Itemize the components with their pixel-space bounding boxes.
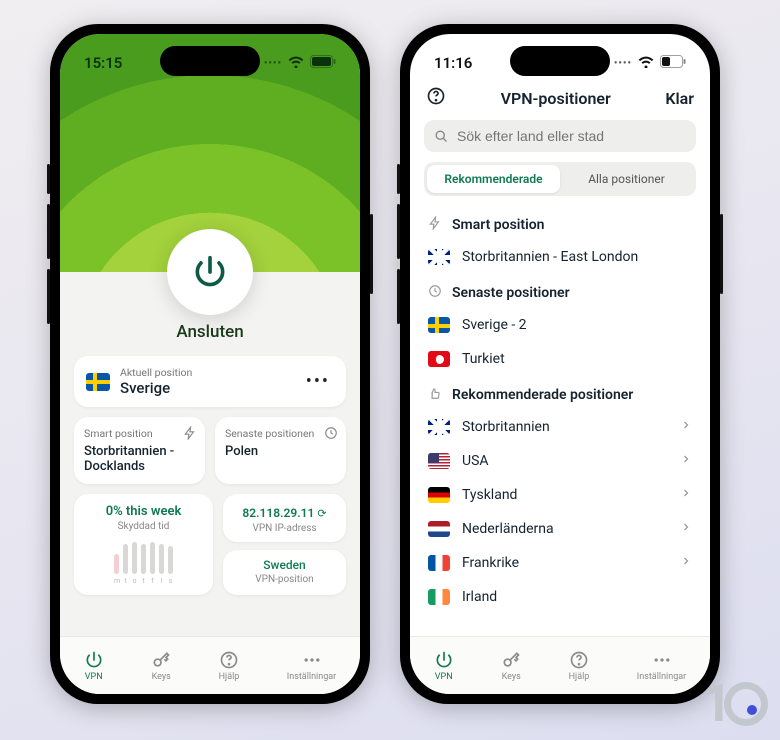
battery-icon xyxy=(310,54,336,72)
lightning-icon xyxy=(183,425,197,444)
location-row[interactable]: Irland xyxy=(410,580,710,614)
vpn-ip-card[interactable]: 82.118.29.11⟳ VPN IP-adress xyxy=(223,494,346,542)
page-title: VPN-positioner xyxy=(446,89,665,108)
tab-settings[interactable]: Inställningar xyxy=(637,650,686,682)
tab-help[interactable]: Hjälp xyxy=(219,650,240,682)
flag-us-icon xyxy=(428,453,450,469)
segment-all[interactable]: Alla positioner xyxy=(560,165,693,193)
tab-bar: VPN Keys Hjälp Inställningar xyxy=(60,636,360,694)
flag-se-icon xyxy=(428,317,450,333)
flag-uk-icon xyxy=(428,249,450,265)
tab-vpn[interactable]: VPN xyxy=(84,650,104,682)
search-icon xyxy=(434,129,449,144)
dynamic-island xyxy=(510,46,610,76)
status-time: 15:15 xyxy=(84,54,122,72)
wifi-icon xyxy=(638,54,654,72)
location-row[interactable]: Sverige - 2 xyxy=(410,308,710,342)
location-row[interactable]: Tyskland xyxy=(410,478,710,512)
wifi-icon xyxy=(288,54,304,72)
vpn-position-card[interactable]: Sweden VPN-position xyxy=(223,550,346,595)
flag-uk-icon xyxy=(428,419,450,435)
help-icon[interactable] xyxy=(426,86,446,110)
location-row[interactable]: Nederländerna xyxy=(410,512,710,546)
chevron-right-icon xyxy=(680,453,692,469)
done-button[interactable]: Klar xyxy=(665,89,694,108)
section-header-smart: Smart position xyxy=(410,206,710,240)
section-header-recommended: Rekommenderade positioner xyxy=(410,376,710,410)
connect-power-button[interactable] xyxy=(167,229,253,315)
phone-right: 11:16 •••• VPN-positioner Klar Rekommend… xyxy=(400,24,720,704)
tab-keys[interactable]: Keys xyxy=(501,650,521,682)
current-location-value: Sverige xyxy=(120,379,292,397)
protected-time-card[interactable]: 0% this week Skyddad tid mtotfls xyxy=(74,494,213,595)
more-button[interactable]: ••• xyxy=(302,367,334,396)
tab-keys[interactable]: Keys xyxy=(151,650,171,682)
current-location-card[interactable]: Aktuell position Sverige ••• xyxy=(74,356,346,407)
flag-nl-icon xyxy=(428,521,450,537)
location-row[interactable]: Turkiet xyxy=(410,342,710,376)
clock-icon xyxy=(324,425,338,444)
flag-ie-icon xyxy=(428,589,450,605)
tab-help[interactable]: Hjälp xyxy=(569,650,590,682)
flag-fr-icon xyxy=(428,555,450,571)
location-row[interactable]: USA xyxy=(410,444,710,478)
location-row[interactable]: Storbritannien - East London xyxy=(410,240,710,274)
watermark-logo: 1 xyxy=(702,673,768,734)
battery-low-icon xyxy=(660,54,686,72)
cellular-dots-icon: •••• xyxy=(614,58,632,69)
location-row[interactable]: Storbritannien xyxy=(410,410,710,444)
chevron-right-icon xyxy=(680,521,692,537)
location-row[interactable]: Frankrike xyxy=(410,546,710,580)
tab-bar: VPN Keys Hjälp Inställningar xyxy=(410,636,710,694)
recent-icon xyxy=(428,284,442,302)
flag-de-icon xyxy=(428,487,450,503)
current-location-caption: Aktuell position xyxy=(120,366,292,379)
connection-status: Ansluten xyxy=(74,322,346,342)
flag-sweden-icon xyxy=(86,373,110,391)
search-field[interactable] xyxy=(424,120,696,152)
smart-position-card[interactable]: Smart position Storbritannien - Dockland… xyxy=(74,417,205,484)
segment-control[interactable]: Rekommenderade Alla positioner xyxy=(424,162,696,196)
search-input[interactable] xyxy=(457,128,686,144)
section-header-recent: Senaste positioner xyxy=(410,274,710,308)
status-time: 11:16 xyxy=(434,54,472,72)
cellular-dots-icon: •••• xyxy=(264,58,282,69)
recommended-icon xyxy=(428,386,442,404)
weekly-bars-icon xyxy=(82,540,205,574)
smart-icon xyxy=(428,216,442,234)
chevron-right-icon xyxy=(680,487,692,503)
flag-tr-icon xyxy=(428,351,450,367)
tab-vpn[interactable]: VPN xyxy=(434,650,454,682)
chevron-right-icon xyxy=(680,419,692,435)
refresh-icon[interactable]: ⟳ xyxy=(317,507,326,520)
phone-left: 15:15 •••• Ansluten Aktuell position Sve… xyxy=(50,24,370,704)
locations-header: VPN-positioner Klar xyxy=(410,82,710,120)
locations-list[interactable]: Smart positionStorbritannien - East Lond… xyxy=(410,202,710,636)
segment-recommended[interactable]: Rekommenderade xyxy=(427,165,560,193)
chevron-right-icon xyxy=(680,555,692,571)
dynamic-island xyxy=(160,46,260,76)
tab-settings[interactable]: Inställningar xyxy=(287,650,336,682)
recent-position-card[interactable]: Senaste positionen Polen xyxy=(215,417,346,484)
